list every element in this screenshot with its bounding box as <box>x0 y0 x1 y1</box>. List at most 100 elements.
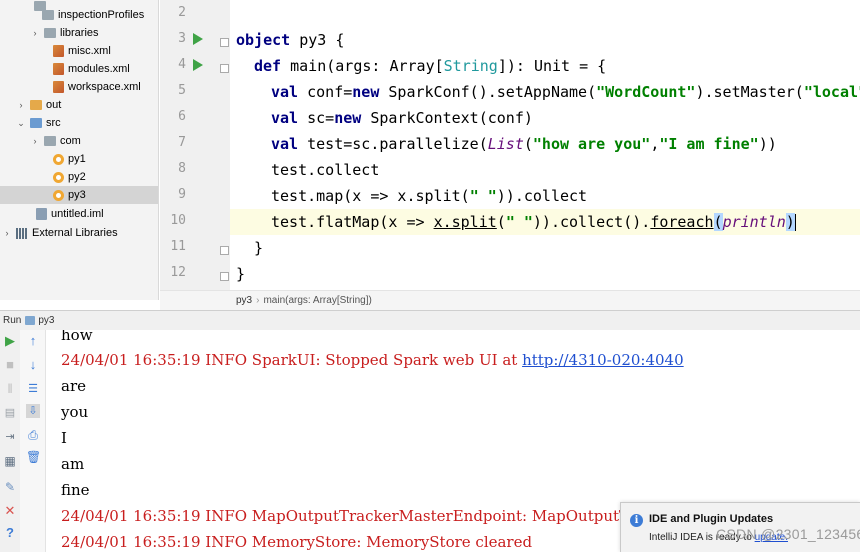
run-tab-py3[interactable]: py3 <box>38 315 54 326</box>
tree-item-misc-xml[interactable]: misc.xml <box>0 42 158 60</box>
tree-item-inspectionprofiles[interactable]: inspectionProfiles <box>0 6 158 24</box>
code-line-12: } <box>236 265 246 283</box>
line-number: 4 <box>178 57 186 72</box>
fold-marker-icon[interactable] <box>220 272 229 281</box>
chevron-right-icon[interactable]: › <box>16 100 26 110</box>
print-icon[interactable]: ⎙ <box>26 428 40 442</box>
chevron-right-icon[interactable]: › <box>2 228 12 238</box>
tree-item-untitled-iml[interactable]: untitled.iml <box>0 205 158 223</box>
code-text: )) <box>758 135 777 153</box>
stop-icon[interactable]: ■ <box>3 358 17 372</box>
code-text: ( <box>496 213 506 231</box>
keyword: new <box>334 109 362 127</box>
iml-file-icon <box>36 208 47 220</box>
console-line: how <box>61 330 93 344</box>
code-text: , <box>650 135 660 153</box>
scroll-to-end-icon[interactable]: ⇩ <box>26 404 40 418</box>
keyword: def <box>254 57 282 75</box>
code-line-10: test.flatMap(x => x.split(" ")).collect(… <box>271 209 796 235</box>
tree-item-label: out <box>46 99 62 111</box>
code-line-6: val sc=new SparkContext(conf) <box>271 105 533 131</box>
run-toolbar-primary: ▶ ■ ‖ ▤ ⇥ ▦ ✎ ✕ ? <box>0 330 20 552</box>
tree-item-workspace-xml[interactable]: workspace.xml <box>0 78 158 96</box>
run-window-label: Run <box>3 315 22 326</box>
info-icon: i <box>630 514 643 527</box>
code-text: py3 { <box>290 31 345 49</box>
code-text: ( <box>523 135 533 153</box>
clear-all-icon[interactable]: 🗑 <box>26 450 41 464</box>
string-literal: " " <box>469 187 497 205</box>
code-text: )).collect(). <box>532 213 651 231</box>
spark-ui-link[interactable]: http://4310-020:4040 <box>522 351 684 369</box>
tree-item-py3[interactable]: py3 <box>0 186 158 204</box>
code-text: SparkConf().setAppName( <box>379 83 597 101</box>
code-text: SparkContext(conf) <box>361 109 533 127</box>
keyword: val <box>271 83 299 101</box>
pause-icon[interactable]: ‖ <box>3 382 17 396</box>
tree-item-libraries[interactable]: › libraries <box>0 24 158 42</box>
function-name: List <box>487 135 524 153</box>
line-number: 3 <box>178 31 186 46</box>
tree-item-src[interactable]: ⌄ src <box>0 114 158 132</box>
xml-file-icon <box>53 63 64 75</box>
code-line-4: def main(args: Array[String]): Unit = { <box>254 53 606 79</box>
close-icon[interactable]: ✕ <box>3 504 17 518</box>
code-text: sc= <box>298 109 335 127</box>
string-literal: "I am fine" <box>659 135 759 153</box>
arrow-up-icon[interactable]: ↑ <box>26 334 40 348</box>
tree-item-out[interactable]: › out <box>0 96 158 114</box>
code-line-9: test.map(x => x.split(" ")).collect <box>271 183 587 209</box>
fold-marker-icon[interactable] <box>220 64 229 73</box>
text-caret <box>794 214 796 231</box>
exit-icon[interactable]: ⇥ <box>3 430 17 444</box>
console-line: 24/04/01 16:35:19 INFO SparkUI: Stopped … <box>61 347 684 373</box>
rerun-icon[interactable]: ▶ <box>3 334 17 348</box>
code-text: test=sc.parallelize( <box>298 135 488 153</box>
help-icon[interactable]: ? <box>3 526 17 540</box>
dump-threads-icon[interactable]: ▤ <box>3 406 17 420</box>
line-number: 9 <box>178 187 186 202</box>
tree-item-py2[interactable]: py2 <box>0 168 158 186</box>
code-text: test.map(x => x.split( <box>271 187 470 205</box>
scala-object-icon <box>53 171 64 183</box>
code-text: foreach <box>650 213 714 231</box>
tree-item-py1[interactable]: py1 <box>0 150 158 168</box>
console-line: you <box>61 403 89 421</box>
code-text: conf= <box>298 83 353 101</box>
line-number: 6 <box>178 109 186 124</box>
notification-title: IDE and Plugin Updates <box>649 513 774 525</box>
tree-item-com[interactable]: › com <box>0 132 158 150</box>
breadcrumb-file[interactable]: py3 <box>236 295 252 306</box>
soft-wrap-icon[interactable]: ☰ <box>26 382 40 396</box>
tree-item-label: py3 <box>68 189 86 201</box>
tree-item-label: com <box>60 135 81 147</box>
console-line: 24/04/01 16:35:19 INFO MapOutputTrackerM… <box>61 507 630 525</box>
layout-icon[interactable]: ▦ <box>3 454 17 468</box>
code-line-5: val conf=new SparkConf().setAppName("Wor… <box>271 79 860 105</box>
code-editor[interactable]: 2 3 4 5 6 7 8 9 10 11 12 object py3 { de… <box>160 0 860 290</box>
console-line: are <box>61 377 86 395</box>
tree-item-label: misc.xml <box>68 45 111 57</box>
fold-marker-icon[interactable] <box>220 38 229 47</box>
run-object-icon[interactable] <box>193 33 203 45</box>
code-line-11: } <box>254 239 264 257</box>
output-folder-icon <box>30 100 42 110</box>
pin-icon[interactable]: ✎ <box>3 480 17 494</box>
fold-marker-icon[interactable] <box>220 246 229 255</box>
tree-item-external-libraries[interactable]: › External Libraries <box>0 224 158 242</box>
string-literal: "WordCount" <box>596 83 696 101</box>
breadcrumb-method[interactable]: main(args: Array[String]) <box>263 295 371 306</box>
line-number: 12 <box>170 265 186 280</box>
arrow-down-icon[interactable]: ↓ <box>26 358 40 372</box>
code-text: ]): Unit = { <box>497 57 607 75</box>
chevron-right-icon[interactable]: › <box>30 136 40 146</box>
chevron-down-icon[interactable]: ⌄ <box>16 118 26 129</box>
tree-item-modules-xml[interactable]: modules.xml <box>0 60 158 78</box>
line-number: 7 <box>178 135 186 150</box>
line-number: 5 <box>178 83 186 98</box>
chevron-right-icon[interactable]: › <box>30 28 40 38</box>
tree-item-label: External Libraries <box>32 227 118 239</box>
tree-item-label: workspace.xml <box>68 81 141 93</box>
code-text: ).setMaster( <box>695 83 804 101</box>
run-main-icon[interactable] <box>193 59 203 71</box>
